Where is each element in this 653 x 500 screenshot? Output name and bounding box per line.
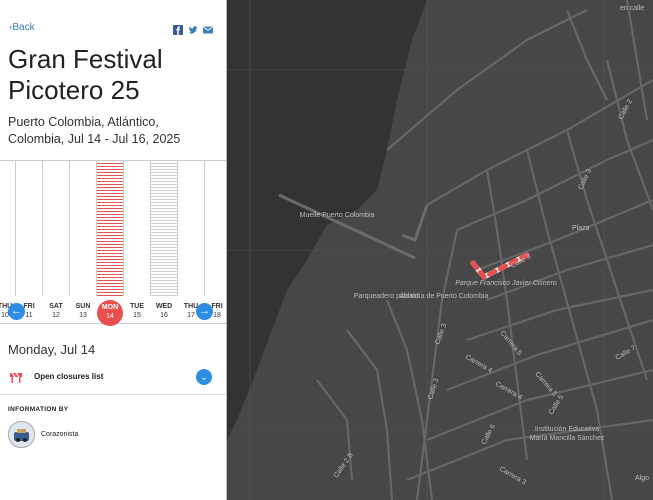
svg-text:Carrera 4: Carrera 4 (464, 354, 493, 375)
svg-text:Algo: Algo (635, 475, 649, 482)
map[interactable]: Muelle Puerto Colombia Parqueadero públi… (227, 0, 653, 500)
timeline-column[interactable] (177, 161, 205, 296)
timeline-day[interactable]: WED 16 (151, 302, 177, 320)
timeline[interactable]: THU10 FRI11 SAT12 SUN13 MON14 TUE15 WED1… (0, 160, 226, 326)
back-link[interactable]: ‹Back (9, 22, 35, 33)
timeline-next-button[interactable]: → (196, 303, 213, 320)
arrow-right-icon: → (199, 305, 210, 317)
timeline-day[interactable]: SUN 13 (70, 302, 96, 320)
event-panel: ‹Back Gran Festival Picotero 25 Puerto C… (0, 0, 227, 500)
email-icon[interactable] (203, 22, 213, 34)
svg-text:Alcaldía de Puerto Colombia: Alcaldía de Puerto Colombia (400, 293, 489, 300)
svg-text:Calle 3: Calle 3 (427, 378, 440, 401)
information-heading: INFORMATION BY (8, 406, 69, 413)
timeline-column-partial[interactable] (150, 161, 178, 296)
timeline-column[interactable] (204, 161, 226, 296)
twitter-icon[interactable] (188, 22, 198, 34)
timeline-column[interactable] (42, 161, 70, 296)
svg-text:Carrera 5: Carrera 5 (533, 371, 557, 398)
timeline-column[interactable] (123, 161, 151, 296)
timeline-column[interactable] (15, 161, 43, 296)
facebook-icon[interactable] (173, 22, 183, 35)
selected-date: Monday, Jul 14 (8, 342, 96, 357)
map-label-institucion: Institución Educativa María Mancilla Sán… (529, 426, 605, 442)
timeline-column[interactable] (69, 161, 97, 296)
svg-text:Calle 7: Calle 7 (615, 345, 637, 362)
svg-text:Calle 3: Calle 3 (434, 323, 448, 346)
timeline-day[interactable]: TUE 15 (124, 302, 150, 320)
arrow-left-icon: ← (11, 305, 22, 317)
timeline-prev-button[interactable]: ← (8, 303, 25, 320)
svg-text:Plaza: Plaza (572, 225, 590, 232)
svg-text:Carrera 3: Carrera 3 (498, 466, 527, 487)
event-title: Gran Festival Picotero 25 (8, 44, 163, 105)
timeline-day-selected[interactable]: MON 14 (97, 300, 123, 326)
barrier-icon (10, 370, 22, 383)
divider (0, 394, 226, 395)
event-subtitle: Puerto Colombia, Atlántico, Colombia, Ju… (8, 115, 181, 146)
avatar[interactable] (8, 421, 35, 448)
closures-label: Open closures list (34, 372, 104, 381)
author-name[interactable]: Corazonista (41, 431, 78, 438)
back-label: Back (12, 22, 35, 33)
svg-text:Parque Francisco Javier Cisner: Parque Francisco Javier Cisnero (455, 280, 557, 287)
timeline-column-closure[interactable] (96, 161, 124, 296)
svg-text:Calle 6: Calle 6 (481, 423, 497, 446)
svg-text:en calle: en calle (620, 5, 644, 12)
svg-text:Calle 5: Calle 5 (548, 394, 566, 416)
chevron-down-icon[interactable]: ⌄ (196, 369, 212, 385)
closures-toggle[interactable]: Open closures list ⌄ (0, 364, 226, 388)
timeline-day[interactable]: SAT 12 (43, 302, 69, 320)
svg-text:Muelle Puerto Colombia: Muelle Puerto Colombia (300, 212, 375, 219)
share-bar (173, 22, 213, 35)
